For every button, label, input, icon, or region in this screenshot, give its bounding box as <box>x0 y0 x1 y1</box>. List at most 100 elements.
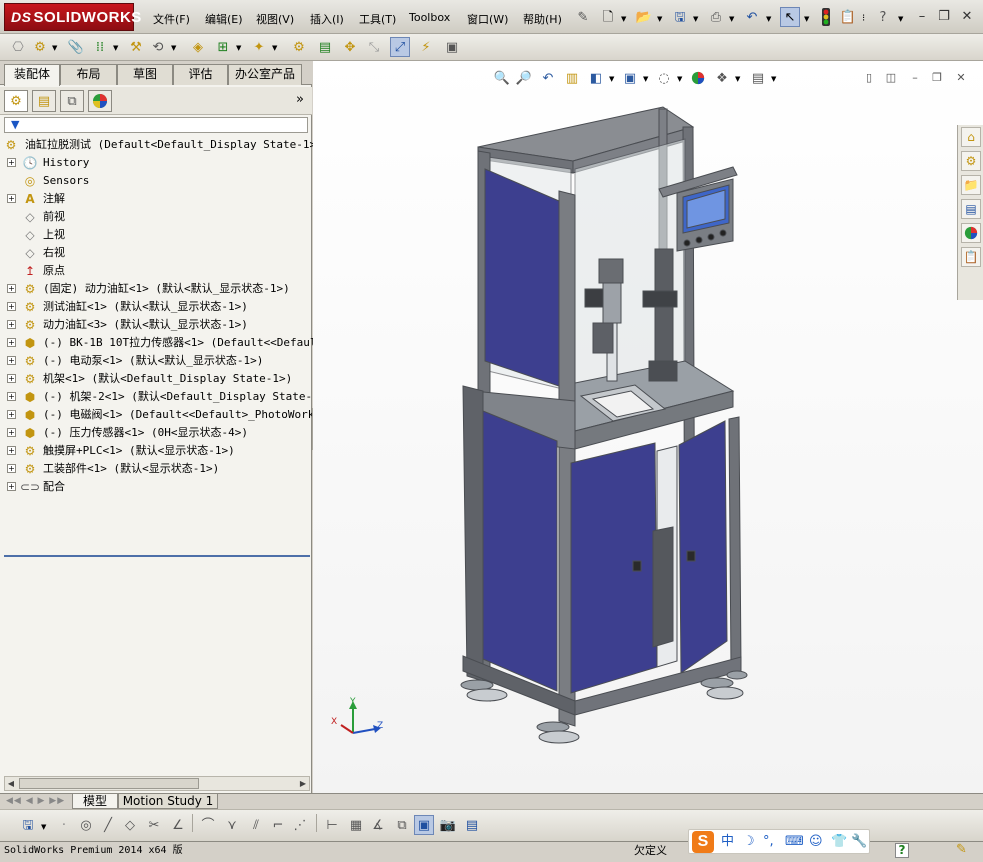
expand-icon[interactable]: + <box>7 482 16 491</box>
open-folder-icon[interactable]: 📂 <box>634 7 654 27</box>
angle-icon[interactable]: ∠ <box>168 815 188 835</box>
expand-icon[interactable]: + <box>7 320 16 329</box>
expand-icon[interactable]: + <box>7 410 16 419</box>
chevron-down-icon[interactable]: ▼ <box>729 15 734 23</box>
restore-icon[interactable]: ❐ <box>936 8 952 24</box>
line-icon[interactable]: ╱ <box>98 815 118 835</box>
chevron-down-icon[interactable]: ▼ <box>171 44 176 52</box>
help-question-icon[interactable]: ? <box>873 7 893 27</box>
expand-icon[interactable]: + <box>7 302 16 311</box>
chevron-down-icon[interactable]: ▼ <box>113 44 118 52</box>
expand-icon[interactable]: + <box>7 194 16 203</box>
help-status-icon[interactable]: ? <box>895 843 909 858</box>
chevron-down-icon[interactable]: ▼ <box>236 44 241 52</box>
insert-components-icon[interactable]: ⎔ <box>8 37 28 57</box>
tab-model[interactable]: 模型 <box>72 794 118 809</box>
close-icon[interactable]: ✕ <box>959 8 975 24</box>
tree-item-front-plane[interactable]: ◇ 前视 <box>0 208 310 226</box>
tree-item-annotations[interactable]: + A 注解 <box>0 190 310 208</box>
table-icon[interactable]: ▤ <box>462 815 482 835</box>
custom-properties-icon[interactable]: 📋 <box>961 247 981 267</box>
ime-moon-icon[interactable]: ☽ <box>743 833 755 851</box>
horizontal-scrollbar[interactable]: ◀ ▶ <box>4 776 310 791</box>
linear-pattern-icon[interactable]: ⁞⁞ <box>90 37 110 57</box>
update-speedpak-icon[interactable]: ⚡ <box>416 37 436 57</box>
chevron-down-icon[interactable]: ▼ <box>657 15 662 23</box>
rebuild-traffic-light-icon[interactable] <box>816 7 836 27</box>
chevron-down-icon[interactable]: ▼ <box>766 15 771 23</box>
chevron-down-icon[interactable]: ▼ <box>52 44 57 52</box>
file-explorer-icon[interactable]: 📁 <box>961 175 981 195</box>
configuration-manager-tab-icon[interactable]: ⧉ <box>60 90 84 112</box>
select-arrow-icon[interactable]: ↖ <box>780 7 800 27</box>
menu-tools[interactable]: 工具(T) <box>359 11 396 27</box>
construction-icon[interactable]: ⋰ <box>290 815 310 835</box>
save-icon[interactable]: 🖫 <box>18 815 38 835</box>
tree-item-component[interactable]: + ⬢ (-) 压力传感器<1> (0H<显示状态-4>) <box>0 424 310 442</box>
expand-icon[interactable]: + <box>7 446 16 455</box>
tab-layout[interactable]: 布局 <box>60 64 117 85</box>
polygon-icon[interactable]: ◇ <box>120 815 140 835</box>
tree-rollback-bar[interactable] <box>4 555 310 557</box>
view-palette-icon[interactable]: ▤ <box>961 199 981 219</box>
expand-icon[interactable]: + <box>7 374 16 383</box>
corner-rectangle-icon[interactable]: ⌐ <box>268 815 288 835</box>
ime-punctuation-icon[interactable]: °, <box>763 833 774 851</box>
tree-item-component[interactable]: + ⬢ (-) 机架-2<1> (默认<Default_Display Stat… <box>0 388 332 406</box>
tree-item-right-plane[interactable]: ◇ 右视 <box>0 244 310 262</box>
feature-manager-tab-icon[interactable]: ⚙ <box>4 90 28 112</box>
expand-icon[interactable]: + <box>7 158 16 167</box>
chevron-down-icon[interactable]: ▼ <box>693 15 698 23</box>
menu-view[interactable]: 视图(V) <box>256 11 294 27</box>
scroll-thumb[interactable] <box>19 778 199 789</box>
grid-icon[interactable]: ▦ <box>346 815 366 835</box>
trim-icon[interactable]: ✂ <box>144 815 164 835</box>
menu-window[interactable]: 窗口(W) <box>467 11 508 27</box>
tree-filter[interactable]: ▼ <box>4 117 308 133</box>
minimize-icon[interactable]: – <box>914 8 930 24</box>
ime-keyboard-icon[interactable]: ⌨ <box>785 833 804 851</box>
camera-icon[interactable]: 📷 <box>438 815 458 835</box>
pin-icon[interactable]: ✎ <box>573 7 593 27</box>
expand-icon[interactable]: + <box>7 356 16 365</box>
new-motion-study-icon[interactable]: ⚙ <box>289 37 309 57</box>
home-icon[interactable]: ⌂ <box>961 127 981 147</box>
tab-assembly[interactable]: 装配体 <box>4 64 60 86</box>
fillet-icon[interactable]: ⌒ <box>198 815 218 835</box>
chevron-down-icon[interactable]: ▼ <box>41 823 46 831</box>
tree-item-history[interactable]: + 🕓 History <box>0 154 310 172</box>
exploded-view-icon[interactable]: ✥ <box>340 37 360 57</box>
menu-file[interactable]: 文件(F) <box>153 11 190 27</box>
show-hidden-icon[interactable]: ◈ <box>188 37 208 57</box>
tab-nav-arrows-icon[interactable]: ◀◀ ◀ ▶ ▶▶ <box>6 796 65 806</box>
tree-item-component[interactable]: + ⚙ 工装部件<1> (默认<显示状态-1>) <box>0 460 310 478</box>
mate-icon[interactable]: 📎 <box>66 37 86 57</box>
offset-icon[interactable]: ⋎ <box>222 815 242 835</box>
chevron-down-icon[interactable]: ▼ <box>621 15 626 23</box>
reference-geometry-icon[interactable]: ✦ <box>249 37 269 57</box>
sogou-logo-icon[interactable]: S <box>692 831 714 853</box>
tab-sketch[interactable]: 草图 <box>117 64 173 85</box>
dimension-icon[interactable]: ⊢ <box>322 815 342 835</box>
expand-icon[interactable]: + <box>7 464 16 473</box>
design-library-icon[interactable]: ⚙ <box>961 151 981 171</box>
more-tabs-icon[interactable]: » <box>296 92 304 107</box>
chevron-down-icon[interactable]: ▼ <box>804 15 809 23</box>
scroll-right-icon[interactable]: ▶ <box>297 777 309 790</box>
tree-item-component[interactable]: + ⚙ 动力油缸<3> (默认<默认_显示状态-1>) <box>0 316 310 334</box>
scroll-left-icon[interactable]: ◀ <box>5 777 17 790</box>
chevron-down-icon[interactable]: ▼ <box>272 44 277 52</box>
circle-icon[interactable]: ◎ <box>76 815 96 835</box>
ime-user-icon[interactable]: ☺ <box>809 833 823 851</box>
tree-root-assembly[interactable]: ⚙ 油缸拉脱测试 (Default<Default_Display State-… <box>0 136 323 154</box>
shaded-view-icon[interactable]: ▣ <box>414 815 434 835</box>
take-snapshot-icon[interactable]: ▣ <box>442 37 462 57</box>
smart-fasteners-icon[interactable]: ⚒ <box>126 37 146 57</box>
tab-evaluate[interactable]: 评估 <box>173 64 228 85</box>
instant3d-icon[interactable]: ⤢ <box>390 37 410 57</box>
save-icon[interactable]: 🖫 <box>670 7 690 27</box>
tree-item-component[interactable]: + ⚙ 测试油缸<1> (默认<默认_显示状态-1>) <box>0 298 310 316</box>
undo-icon[interactable]: ↶ <box>742 7 762 27</box>
assembly-model[interactable] <box>313 61 983 793</box>
menu-edit[interactable]: 编辑(E) <box>205 11 243 27</box>
